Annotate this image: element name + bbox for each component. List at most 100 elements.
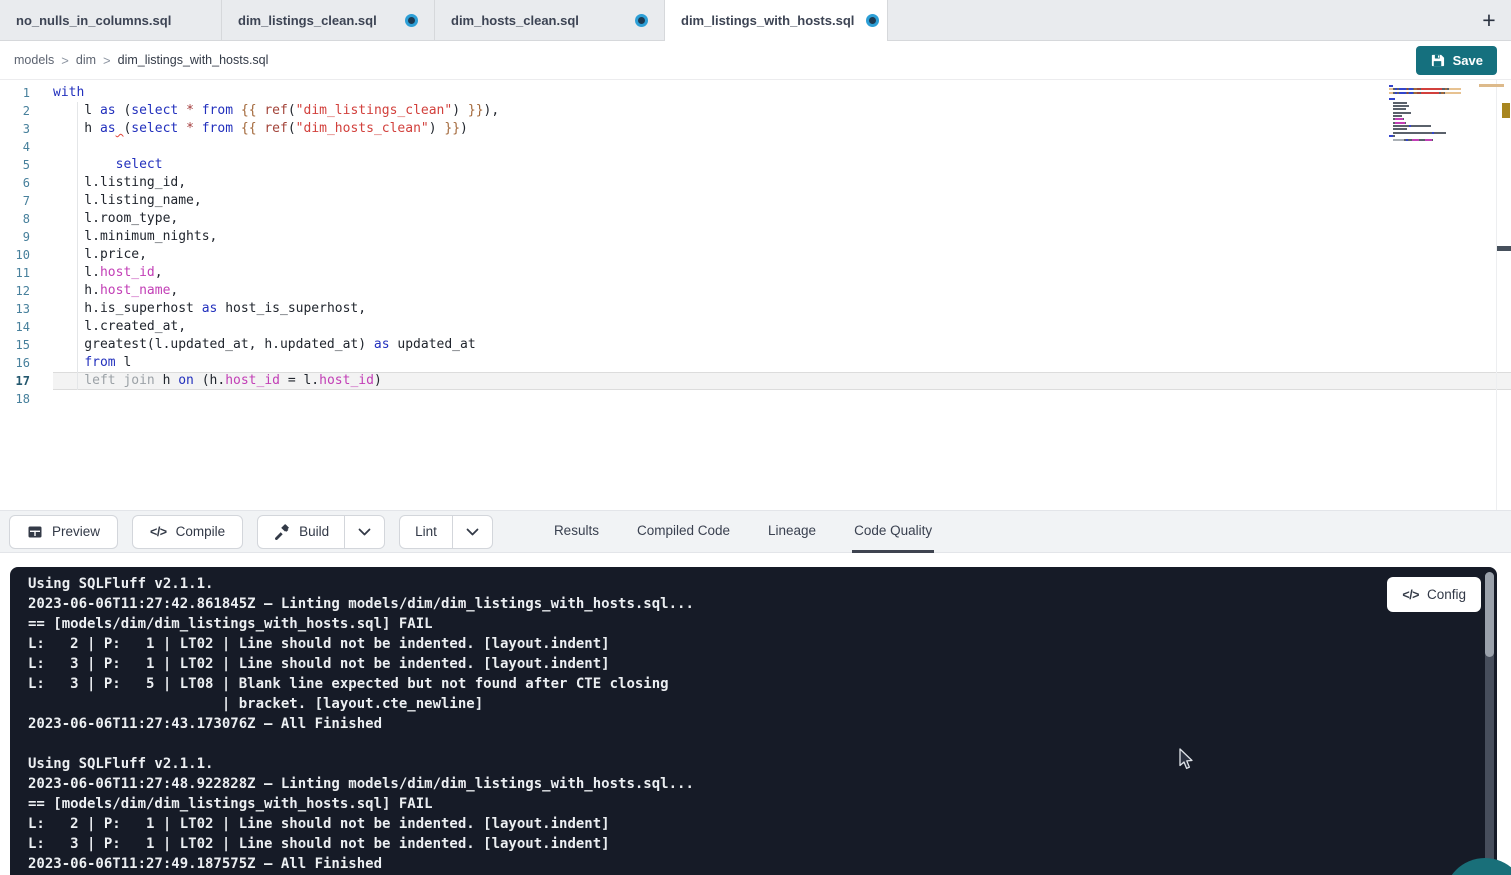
minimap-line <box>1389 139 1461 141</box>
plus-icon: + <box>1482 7 1495 34</box>
code-line[interactable]: 9 l.minimum_nights, <box>0 228 1511 246</box>
compile-label: Compile <box>176 524 226 539</box>
code-line[interactable]: 2 l as (select * from {{ ref("dim_listin… <box>0 102 1511 120</box>
tab-dim-hosts-clean[interactable]: dim_hosts_clean.sql <box>435 0 665 40</box>
code-text: l.listing_id, <box>53 174 1511 192</box>
minimap-line <box>1389 122 1461 124</box>
new-tab-button[interactable]: + <box>1467 0 1511 40</box>
terminal-line: L: 3 | P: 5 | LT08 | Blank line expected… <box>28 674 1497 694</box>
config-button[interactable]: </> Config <box>1387 577 1481 612</box>
tab-compiled-code[interactable]: Compiled Code <box>635 511 732 553</box>
line-number: 12 <box>0 282 30 300</box>
chevron-down-icon <box>466 528 479 536</box>
code-line[interactable]: 17 left join h on (h.host_id = l.host_id… <box>0 372 1511 390</box>
lint-split-button: Lint <box>399 515 493 549</box>
terminal-lines: Using SQLFluff v2.1.1.2023-06-06T11:27:4… <box>28 574 1497 874</box>
tab-label: no_nulls_in_columns.sql <box>16 13 171 28</box>
code-line[interactable]: 8 l.room_type, <box>0 210 1511 228</box>
line-number: 3 <box>0 120 30 138</box>
line-number: 2 <box>0 102 30 120</box>
minimap-line <box>1389 115 1461 117</box>
line-number: 5 <box>0 156 30 174</box>
line-number: 11 <box>0 264 30 282</box>
line-number: 18 <box>0 390 30 408</box>
minimap-line <box>1389 125 1461 127</box>
terminal-line: 2023-06-06T11:27:48.922828Z — Linting mo… <box>28 774 1497 794</box>
tab-label: Results <box>554 523 599 538</box>
code-line[interactable]: 1with <box>0 84 1511 102</box>
code-line[interactable]: 11 l.host_id, <box>0 264 1511 282</box>
compile-button[interactable]: </> Compile <box>132 515 243 549</box>
minimap-line <box>1389 85 1461 87</box>
line-number: 14 <box>0 318 30 336</box>
minimap-line <box>1389 108 1461 110</box>
tab-label: dim_hosts_clean.sql <box>451 13 579 28</box>
build-split-button: Build <box>257 515 385 549</box>
terminal-scrollbar-thumb[interactable] <box>1485 572 1494 657</box>
unsaved-changes-icon <box>405 14 418 27</box>
floppy-disk-icon <box>1430 53 1445 68</box>
code-line[interactable]: 16 from l <box>0 354 1511 372</box>
line-number: 6 <box>0 174 30 192</box>
editor-toolbar: Preview </> Compile Build Lint <box>0 510 1511 553</box>
code-line[interactable]: 12 h.host_name, <box>0 282 1511 300</box>
terminal-line: == [models/dim/dim_listings_with_hosts.s… <box>28 614 1497 634</box>
unsaved-changes-icon <box>635 14 648 27</box>
minimap-line <box>1389 88 1461 90</box>
line-number: 10 <box>0 246 30 264</box>
code-line[interactable]: 15 greatest(l.updated_at, h.updated_at) … <box>0 336 1511 354</box>
code-line[interactable]: 3 h as (select * from {{ ref("dim_hosts_… <box>0 120 1511 138</box>
minimap-line <box>1389 112 1461 114</box>
tab-label: Lineage <box>768 523 816 538</box>
lint-button[interactable]: Lint <box>400 516 452 548</box>
code-editor[interactable]: 1with2 l as (select * from {{ ref("dim_l… <box>0 80 1511 510</box>
preview-button[interactable]: Preview <box>9 515 118 549</box>
tab-results[interactable]: Results <box>552 511 601 553</box>
code-line[interactable]: 18 <box>0 390 1511 408</box>
terminal-line: L: 2 | P: 1 | LT02 | Line should not be … <box>28 814 1497 834</box>
code-line[interactable]: 6 l.listing_id, <box>0 174 1511 192</box>
tab-lineage[interactable]: Lineage <box>766 511 818 553</box>
breadcrumb-item: models <box>14 53 54 67</box>
tab-dim-listings-with-hosts[interactable]: dim_listings_with_hosts.sql <box>665 0 888 40</box>
code-line[interactable]: 10 l.price, <box>0 246 1511 264</box>
code-text: l.host_id, <box>53 264 1511 282</box>
terminal-line: L: 2 | P: 1 | LT02 | Line should not be … <box>28 634 1497 654</box>
code-line[interactable]: 14 l.created_at, <box>0 318 1511 336</box>
code-line[interactable]: 13 h.is_superhost as host_is_superhost, <box>0 300 1511 318</box>
code-line[interactable]: 4 <box>0 138 1511 156</box>
code-text: h.is_superhost as host_is_superhost, <box>53 300 1511 318</box>
code-text: l.listing_name, <box>53 192 1511 210</box>
code-brackets-icon: </> <box>150 525 167 539</box>
minimap-line <box>1389 135 1461 137</box>
tab-dim-listings-clean[interactable]: dim_listings_clean.sql <box>222 0 435 40</box>
terminal-line: Using SQLFluff v2.1.1. <box>28 574 1497 594</box>
build-options-button[interactable] <box>344 516 384 548</box>
dbt-ide-window: no_nulls_in_columns.sql dim_listings_cle… <box>0 0 1511 875</box>
chevron-right-icon: > <box>103 53 111 68</box>
minimap-line <box>1389 142 1461 144</box>
tab-no-nulls-in-columns[interactable]: no_nulls_in_columns.sql <box>0 0 222 40</box>
tab-label: Compiled Code <box>637 523 730 538</box>
terminal-line: | bracket. [layout.cte_newline] <box>28 694 1497 714</box>
code-line[interactable]: 7 l.listing_name, <box>0 192 1511 210</box>
tab-label: dim_listings_with_hosts.sql <box>681 13 854 28</box>
editor-scrollbar-thumb[interactable] <box>1497 246 1511 251</box>
minimap[interactable] <box>1388 83 1462 147</box>
lint-warning-marker <box>1502 103 1510 118</box>
line-number: 7 <box>0 192 30 210</box>
hammer-icon <box>273 523 290 540</box>
line-number: 17 <box>0 372 30 390</box>
tab-code-quality[interactable]: Code Quality <box>852 511 934 553</box>
code-text: h.host_name, <box>53 282 1511 300</box>
code-line[interactable]: 5 select <box>0 156 1511 174</box>
config-label: Config <box>1427 587 1466 602</box>
terminal-line: 2023-06-06T11:27:42.861845Z — Linting mo… <box>28 594 1497 614</box>
code-text: select <box>53 156 1511 174</box>
code-text: greatest(l.updated_at, h.updated_at) as … <box>53 336 1511 354</box>
build-button[interactable]: Build <box>258 516 344 548</box>
code-text: l.minimum_nights, <box>53 228 1511 246</box>
lint-options-button[interactable] <box>452 516 492 548</box>
save-button[interactable]: Save <box>1416 46 1497 75</box>
terminal-line <box>28 734 1497 754</box>
